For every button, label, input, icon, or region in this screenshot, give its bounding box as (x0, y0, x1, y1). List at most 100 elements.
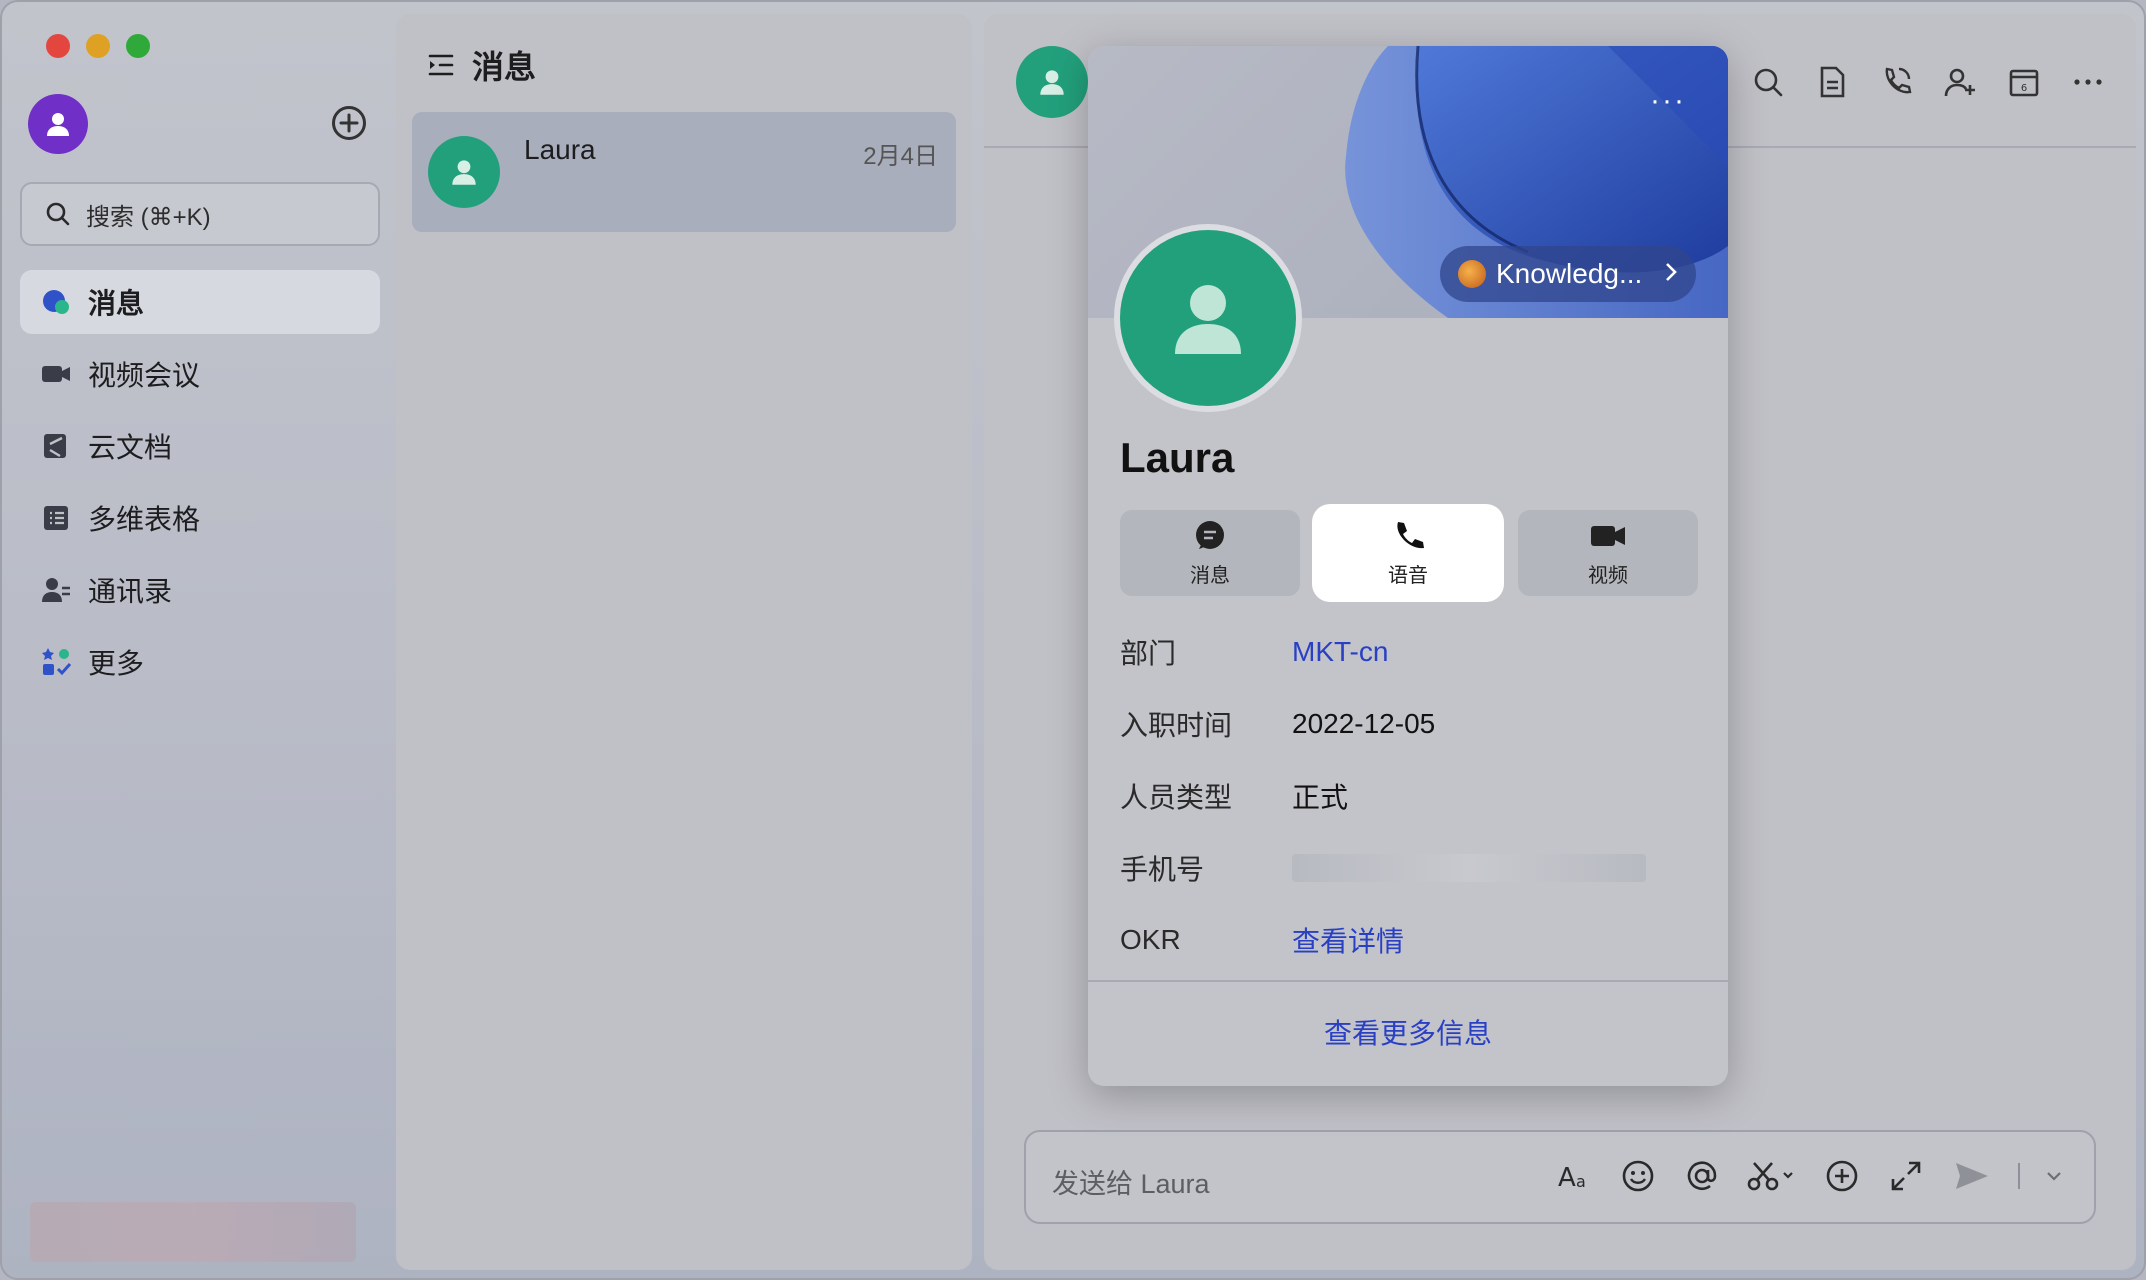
sidebar-item-label: 视频会议 (88, 360, 201, 391)
sidebar-item-label: 消息 (88, 288, 145, 319)
message-input-placeholder: 发送给 Laura (1052, 1169, 1210, 1199)
field-label: OKR (1120, 924, 1181, 955)
sidebar-item-contacts[interactable]: 通讯录 (20, 558, 380, 622)
add-person-icon[interactable] (1942, 64, 1978, 100)
apps-grid-icon (40, 646, 72, 678)
window-zoom-button[interactable] (126, 34, 150, 58)
chat-item-date: 2月4日 (863, 143, 938, 170)
collapse-list-icon[interactable] (426, 50, 456, 80)
profile-actions: 消息 语音 视频 (1120, 510, 1698, 596)
sidebar: 搜索 (⌘+K) 消息 视频会议 云文档 多维表格 通讯录 更多 (2, 2, 394, 1278)
conversation-toolbar: 6 (1750, 64, 2106, 100)
user-avatar[interactable] (28, 94, 88, 154)
sidebar-item-base-tables[interactable]: 多维表格 (20, 486, 380, 550)
person-icon (47, 113, 69, 136)
chat-bubble-icon (1196, 520, 1224, 549)
card-more-button[interactable]: ··· (1650, 84, 1686, 118)
field-value: 正式 (1292, 782, 1349, 813)
sidebar-item-messages[interactable]: 消息 (20, 270, 380, 334)
search-placeholder: 搜索 (⌘+K) (86, 203, 211, 231)
person-icon (1175, 285, 1241, 354)
chat-list-panel: 消息 Laura 2月4日 (396, 14, 972, 1270)
sidebar-item-label: 多维表格 (88, 504, 201, 535)
chevron-down-icon[interactable] (2044, 1156, 2064, 1196)
conversation-avatar[interactable] (1016, 46, 1088, 118)
action-label: 语音 (1388, 564, 1428, 587)
department-link[interactable]: MKT-cn (1292, 636, 1388, 668)
search-input[interactable]: 搜索 (⌘+K) (20, 182, 380, 246)
knowledge-badge[interactable]: Knowledg... (1440, 246, 1696, 302)
document-icon[interactable] (1814, 64, 1850, 100)
send-divider (2018, 1163, 2020, 1189)
blurred-account-area (30, 1202, 356, 1262)
search-icon[interactable] (1750, 64, 1786, 100)
profile-avatar[interactable] (1114, 224, 1302, 412)
okr-details-link[interactable]: 查看详情 (1292, 920, 1404, 960)
plus-circle-icon[interactable] (1822, 1156, 1862, 1196)
calendar-icon[interactable]: 6 (2006, 64, 2042, 100)
message-input[interactable]: 发送给 Laura Aa (1024, 1130, 2096, 1224)
sidebar-item-label: 云文档 (88, 432, 173, 463)
window-close-button[interactable] (46, 34, 70, 58)
app-window: 搜索 (⌘+K) 消息 视频会议 云文档 多维表格 通讯录 更多 消息 Laur… (0, 0, 2146, 1280)
person-icon (1040, 70, 1064, 95)
window-minimize-button[interactable] (86, 34, 110, 58)
sidebar-item-cloud-docs[interactable]: 云文档 (20, 414, 380, 478)
badge-emblem-icon (1458, 260, 1486, 288)
field-phone: 手机号 (1120, 848, 1698, 888)
emoji-icon[interactable] (1618, 1156, 1658, 1196)
field-join-date: 入职时间 2022-12-05 (1120, 704, 1698, 744)
avatar (428, 136, 500, 208)
sidebar-nav: 消息 视频会议 云文档 多维表格 通讯录 更多 (20, 270, 380, 702)
field-department: 部门 MKT-cn (1120, 632, 1698, 672)
composer-toolbar: Aa (1554, 1156, 2064, 1196)
badge-label: Knowledg... (1496, 258, 1643, 289)
field-label: 手机号 (1120, 854, 1205, 885)
profile-name: Laura (1120, 434, 1235, 481)
chat-list-title: 消息 (472, 49, 537, 85)
chevron-right-icon (1664, 259, 1678, 290)
action-label: 消息 (1190, 564, 1230, 587)
field-label: 入职时间 (1120, 710, 1233, 741)
send-icon[interactable] (1950, 1156, 1994, 1196)
svg-text:A: A (1558, 1163, 1576, 1193)
video-icon (1591, 525, 1625, 546)
expand-icon[interactable] (1886, 1156, 1926, 1196)
mention-icon[interactable] (1682, 1156, 1722, 1196)
sidebar-item-video-meeting[interactable]: 视频会议 (20, 342, 380, 406)
field-label: 部门 (1120, 638, 1177, 669)
chat-item-name: Laura (524, 134, 596, 165)
field-okr: OKR 查看详情 (1120, 920, 1698, 960)
sidebar-item-label: 更多 (88, 648, 145, 679)
more-info-link[interactable]: 查看更多信息 (1088, 1012, 1728, 1052)
video-camera-icon (40, 358, 72, 390)
field-value: 2022-12-05 (1292, 708, 1436, 739)
contacts-icon (40, 574, 72, 606)
list-item[interactable]: Laura 2月4日 (412, 112, 956, 232)
font-format-icon[interactable]: Aa (1554, 1156, 1594, 1196)
phone-call-icon[interactable] (1878, 64, 1914, 100)
svg-text:a: a (1576, 1172, 1586, 1191)
more-icon[interactable] (2070, 64, 2106, 100)
card-divider (1088, 980, 1728, 982)
plus-icon (339, 113, 359, 133)
message-button[interactable]: 消息 (1120, 510, 1300, 596)
video-call-button[interactable]: 视频 (1518, 510, 1698, 596)
sidebar-item-label: 通讯录 (88, 576, 173, 607)
create-button[interactable] (332, 106, 366, 140)
scissors-icon[interactable] (1746, 1156, 1798, 1196)
cloud-doc-icon (40, 430, 72, 462)
blurred-phone-number (1292, 854, 1646, 882)
search-icon (46, 202, 70, 226)
chat-list-header: 消息 (426, 42, 536, 88)
profile-card: ··· Knowledg... Laura 消息 语音 视频 部门 MKT-cn… (1088, 46, 1728, 1086)
field-employee-type: 人员类型 正式 (1120, 776, 1698, 816)
field-label: 人员类型 (1120, 782, 1233, 813)
phone-icon (1397, 521, 1424, 548)
sidebar-item-more[interactable]: 更多 (20, 630, 380, 694)
voice-call-button[interactable]: 语音 (1318, 510, 1498, 596)
action-label: 视频 (1588, 564, 1628, 587)
person-icon (452, 160, 476, 185)
svg-text:6: 6 (2021, 83, 2027, 94)
table-grid-icon (40, 502, 72, 534)
